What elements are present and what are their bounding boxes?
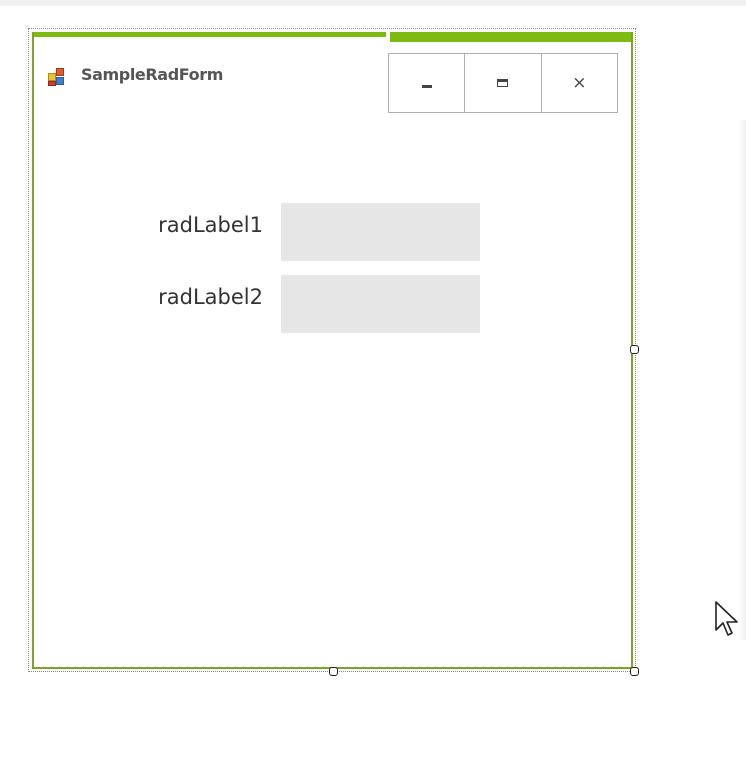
designer-right-edge: [738, 120, 746, 640]
icon-square-red: [48, 81, 56, 86]
rad-label-1: radLabel1: [158, 213, 263, 237]
minimize-button[interactable]: [389, 54, 464, 112]
icon-square-yellow: [48, 73, 56, 81]
resize-handle-bottom-right[interactable]: [630, 667, 639, 676]
designer-top-band: [0, 0, 746, 6]
close-button[interactable]: ×: [540, 54, 617, 112]
close-icon: ×: [572, 72, 587, 93]
caption-buttons: ×: [388, 53, 618, 113]
rad-textbox-2[interactable]: [281, 275, 480, 333]
rad-textbox-1[interactable]: [281, 203, 480, 261]
form-title: SampleRadForm: [81, 65, 223, 84]
icon-square-orange: [56, 68, 64, 76]
form-title-accent-right: [390, 32, 631, 42]
resize-handle-bottom[interactable]: [329, 667, 338, 676]
form-app-icon: [48, 68, 66, 86]
maximize-icon: [497, 79, 509, 87]
resize-handle-right[interactable]: [630, 345, 639, 354]
maximize-button[interactable]: [464, 54, 540, 112]
icon-square-blue: [56, 77, 64, 85]
rad-label-2: radLabel2: [158, 285, 263, 309]
designer-surface: SampleRadForm × radLabel1 radLabel2: [0, 0, 746, 769]
rad-form[interactable]: SampleRadForm × radLabel1 radLabel2: [32, 32, 633, 669]
minimize-icon: [421, 84, 432, 88]
mouse-pointer-icon: [715, 601, 738, 636]
form-title-accent-left: [34, 32, 386, 37]
